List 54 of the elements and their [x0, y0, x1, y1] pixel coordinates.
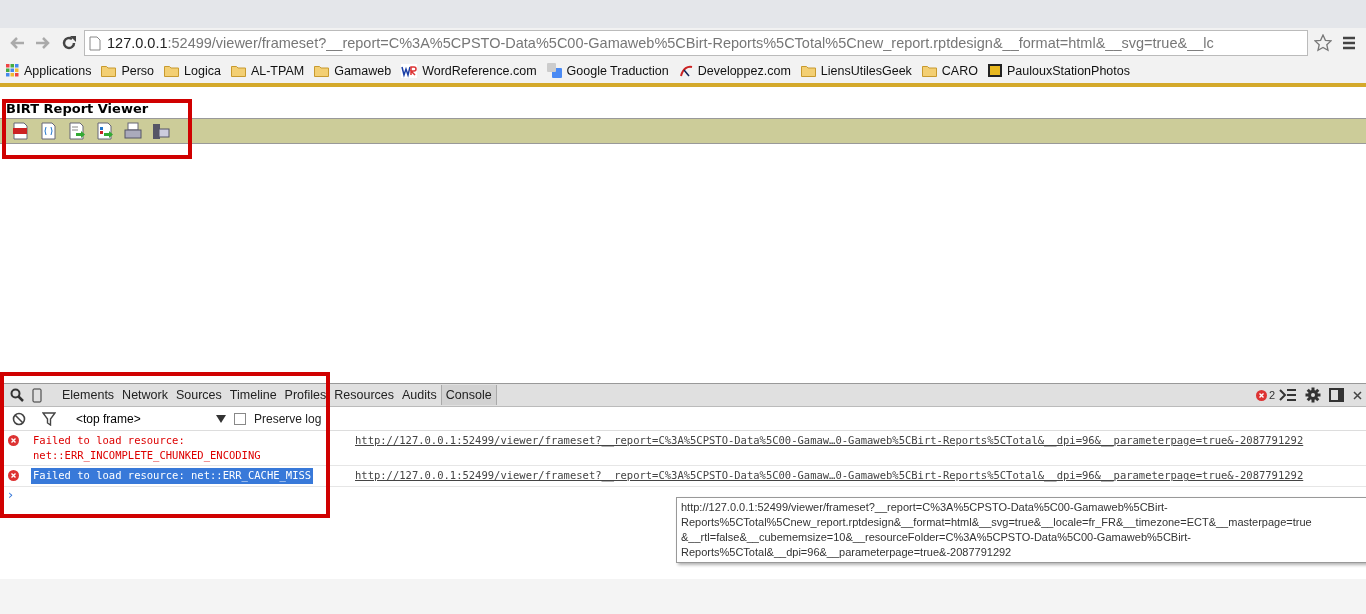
devtools-tab[interactable]: Timeline	[225, 385, 281, 405]
preserve-log-label: Preserve log	[254, 411, 322, 426]
devtools-tab[interactable]: Network	[118, 385, 172, 405]
translate-icon	[546, 63, 562, 78]
export-icon	[68, 122, 86, 140]
caret-icon	[216, 414, 226, 423]
photo-icon	[987, 64, 1002, 77]
url-host: 127.0.0.1	[107, 35, 168, 51]
folder-icon	[164, 64, 180, 77]
back-arrow-icon	[9, 36, 25, 50]
devtools-tab[interactable]: Profiles	[280, 385, 331, 405]
devtools-tab[interactable]: Elements	[58, 385, 119, 405]
toc-icon	[12, 122, 30, 140]
frame-select[interactable]: <top frame>	[76, 411, 226, 426]
folder-icon	[314, 64, 330, 77]
source-link[interactable]: http://127.0.0.1:52499/viewer/frameset?__report=C%3A%5CPSTO-Data%5C00-Gamaw…0-Gamaweb%5CBirt-Reports%5CTotal&__dpi=96&__parameterpage=true&-2087791292	[355, 433, 1304, 449]
bookmark-link[interactable]: AL-TPAM	[230, 63, 305, 78]
error-message: Failed to load resource: net::ERR_INCOMPLETE_CHUNKED_ENCODING	[32, 433, 262, 464]
devtools-tab[interactable]: Sources	[171, 385, 226, 405]
folder-icon	[921, 64, 937, 77]
bookmark-link[interactable]: CARO	[921, 63, 978, 78]
folder-icon	[230, 64, 246, 77]
grid-icon	[6, 64, 19, 77]
bookmark-link[interactable]: Google Traduction	[546, 63, 669, 78]
swoosh-icon	[678, 63, 693, 78]
error-icon	[8, 435, 19, 446]
source-link[interactable]: http://127.0.0.1:52499/viewer/frameset?__report=C%3A%5CPSTO-Data%5C00-Gamaw…0-Gamaweb%5CBirt-Reports%5CTotal&__dpi=96&__parameterpage=true&-2087791292	[355, 468, 1304, 484]
devtools-tab[interactable]: Resources	[330, 385, 399, 405]
url-path: :52499/viewer/frameset?__report=C%3A%5CPSTO-Data%5C00-Gamaweb%5CBirt-Reports%5CTotal%5Cnew_report.rptdesign&__format=html&__svg=true&__lc	[167, 35, 1214, 51]
printer-icon	[124, 122, 142, 140]
page-icon	[89, 35, 101, 51]
bookmark-link[interactable]: Perso	[101, 63, 155, 78]
bookmark-link[interactable]: Gamaweb	[314, 63, 392, 78]
bookmark-link[interactable]: Applications	[6, 63, 92, 78]
url-tooltip: http://127.0.0.1:52499/viewer/frameset?__report=C%3A%5CPSTO-Data%5C00-Gamaweb%5CBirt- Reports%5CTotal%5Cnew_report.rptdesign&__format=html&__svg=true&__locale=fr_FR&__timezone=ECT&__masterpage=true &__rtl=false&__cubememsize=10&__resourceFolder=C%3A%5CPSTO-Data%5C00-Gamaweb%5CBirt- Reports%5CTotal&__dpi=96&__parameterpage=true&-2087791292	[676, 497, 1366, 563]
folder-icon	[800, 64, 816, 77]
bookmark-link[interactable]: Developpez.com	[678, 63, 791, 78]
bookmark-link[interactable]: WordReference.com	[401, 63, 537, 78]
bookmark-link[interactable]: LiensUtilesGeek	[800, 63, 912, 78]
bookmark-link[interactable]: PaulouxStationPhotos	[987, 63, 1130, 78]
devtools-tab[interactable]: Console	[440, 385, 497, 405]
forward-arrow-icon	[35, 36, 51, 50]
preserve-log-checkbox[interactable]	[234, 412, 246, 425]
parameters-icon	[40, 122, 58, 140]
star-icon[interactable]	[1312, 32, 1334, 54]
folder-icon	[101, 64, 117, 77]
devtools-tab[interactable]: Audits	[398, 385, 441, 405]
error-icon	[8, 470, 19, 482]
export-report-icon	[96, 122, 114, 140]
wr-logo-icon	[401, 63, 418, 78]
address-bar[interactable]: 127.0.0.1:52499/viewer/frameset?__report=C%3A%5CPSTO-Data%5C00-Gamaweb%5CBirt-Reports%5CTotal%5Cnew_report.rptdesign&__format=html&__svg=true&__lc	[84, 30, 1308, 56]
viewer-title: BIRT Report Viewer	[5, 101, 150, 118]
error-message: Failed to load resource: net::ERR_CACHE_MISS	[31, 468, 314, 484]
bookmark-link[interactable]: Logica	[164, 63, 221, 78]
